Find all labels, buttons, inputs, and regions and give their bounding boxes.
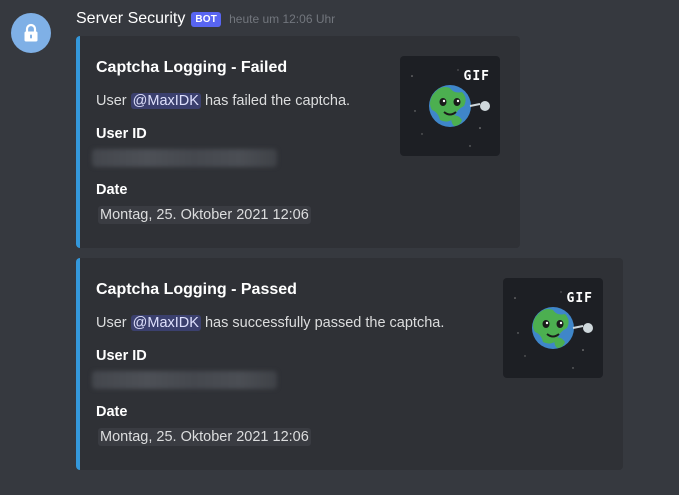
field-value-date: Montag, 25. Oktober 2021 12:06 [98,206,311,224]
field-name-user-id: User ID [96,348,147,364]
gif-badge: GIF [463,69,490,84]
embed-thumbnail[interactable]: GIF [400,56,500,156]
message-header: Server Security BOT heute um 12:06 Uhr [76,8,335,30]
bot-avatar[interactable] [11,13,51,53]
gif-badge: GIF [566,291,593,306]
embed-captcha-failed: Captcha Logging - Failed User @MaxIDK ha… [76,36,520,248]
bot-tag: BOT [191,11,222,27]
desc-suffix: has successfully passed the captcha. [200,315,445,331]
embed-title: Captcha Logging - Failed [96,59,288,76]
username[interactable]: Server Security [76,10,185,28]
user-id-redacted [92,371,277,389]
user-mention[interactable]: @MaxIDK [130,93,201,109]
embed-captcha-passed: Captcha Logging - Passed User @MaxIDK ha… [76,258,623,470]
lock-icon [24,23,38,42]
user-id-redacted [92,149,277,167]
desc-suffix: has failed the captcha. [200,93,351,109]
desc-prefix: User [96,315,131,331]
field-name-date: Date [96,182,128,198]
embed-description: User @MaxIDK has failed the captcha. [96,93,350,109]
message-timestamp: heute um 12:06 Uhr [229,12,336,26]
embed-description: User @MaxIDK has successfully passed the… [96,315,444,331]
desc-prefix: User [96,93,131,109]
embed-thumbnail[interactable]: GIF [503,278,603,378]
field-name-user-id: User ID [96,126,147,142]
user-mention[interactable]: @MaxIDK [130,315,201,331]
field-name-date: Date [96,404,128,420]
field-value-date: Montag, 25. Oktober 2021 12:06 [98,428,311,446]
embed-title: Captcha Logging - Passed [96,281,297,298]
